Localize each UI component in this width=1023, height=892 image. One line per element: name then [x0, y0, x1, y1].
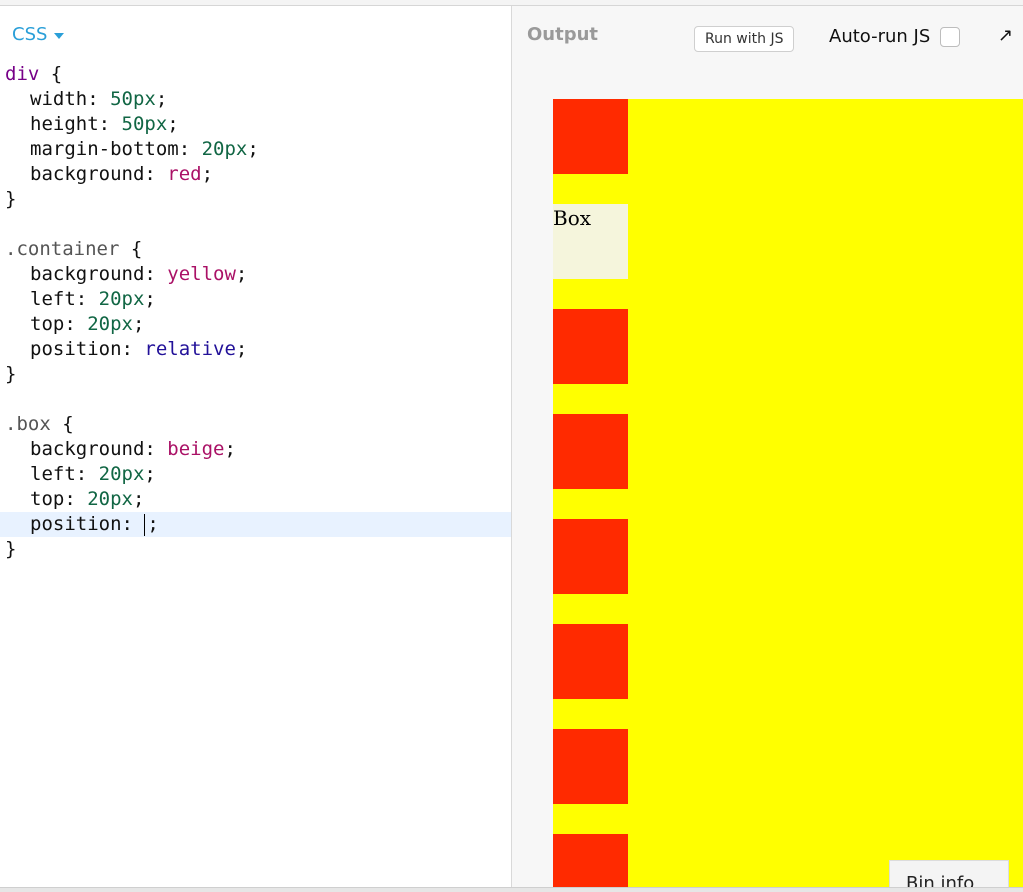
code-token: ; — [144, 288, 156, 310]
autorun-toggle[interactable]: Auto-run JS — [829, 26, 961, 47]
code-line[interactable] — [0, 212, 511, 237]
code-token: 20px — [98, 463, 145, 485]
code-token: background: — [30, 263, 168, 285]
code-token: yellow — [167, 263, 236, 285]
code-line[interactable]: margin-bottom: 20px; — [0, 137, 511, 162]
code-line[interactable]: top: 20px; — [0, 487, 511, 512]
text-cursor — [144, 513, 146, 536]
code-token: 20px — [87, 488, 133, 510]
autorun-label: Auto-run JS — [829, 26, 931, 47]
output-container: Box — [553, 99, 1023, 887]
code-token: ; — [144, 463, 156, 485]
chevron-down-icon — [54, 32, 65, 39]
code-line[interactable]: height: 50px; — [0, 112, 511, 137]
code-token: 50px — [121, 113, 168, 135]
code-token: position: — [30, 513, 145, 535]
red-div-block — [553, 834, 628, 887]
code-token: ; — [132, 313, 145, 335]
code-token: ; — [201, 163, 214, 185]
code-token: { — [50, 413, 74, 435]
code-token: top: — [30, 313, 88, 335]
code-token: left: — [30, 288, 99, 310]
code-token: ; — [224, 438, 236, 460]
code-line[interactable]: position: relative; — [0, 337, 511, 362]
code-token: .container — [5, 238, 120, 260]
bin-info-button[interactable]: Bin info — [889, 860, 1009, 887]
autorun-checkbox[interactable] — [940, 26, 961, 47]
code-line[interactable]: .container { — [0, 237, 511, 262]
language-selector[interactable]: CSS — [12, 24, 65, 45]
code-line[interactable]: top: 20px; — [0, 312, 511, 337]
code-line[interactable]: } — [0, 362, 511, 387]
code-line[interactable]: } — [0, 187, 511, 212]
code-token: ; — [147, 513, 159, 535]
code-token: 20px — [98, 288, 145, 310]
code-token: .box — [5, 413, 51, 435]
code-token: red — [167, 163, 202, 185]
bottom-border — [0, 887, 1023, 892]
red-div-block — [553, 99, 628, 174]
code-token: { — [119, 238, 143, 260]
code-token: } — [5, 188, 17, 210]
run-with-js-button[interactable]: Run with JS — [694, 26, 795, 52]
code-token: { — [39, 63, 63, 85]
code-token: left: — [30, 463, 99, 485]
code-line[interactable]: } — [0, 537, 511, 562]
code-token: beige — [167, 438, 225, 460]
red-div-block — [553, 519, 628, 594]
language-label: CSS — [12, 24, 48, 45]
code-token: top: — [30, 488, 88, 510]
output-panel: Output Run with JS Auto-run JS ↗ Box Bin… — [512, 6, 1023, 887]
code-token: ; — [247, 138, 259, 160]
code-line[interactable]: background: red; — [0, 162, 511, 187]
code-token: 20px — [201, 138, 248, 160]
red-div-block — [553, 414, 628, 489]
code-token: ; — [155, 88, 168, 110]
code-line[interactable]: div { — [0, 62, 511, 87]
code-token: div — [5, 63, 40, 85]
code-line[interactable]: background: yellow; — [0, 262, 511, 287]
box-text: Box — [553, 206, 592, 230]
code-token: relative — [144, 338, 236, 360]
code-token: height: — [30, 113, 122, 135]
code-token: background: — [30, 163, 168, 185]
code-token: ; — [132, 488, 145, 510]
red-div-block — [553, 624, 628, 699]
code-token: 50px — [110, 88, 156, 110]
code-line[interactable]: left: 20px; — [0, 462, 511, 487]
code-token: 20px — [87, 313, 133, 335]
red-div-block — [553, 309, 628, 384]
code-token: position: — [30, 338, 145, 360]
code-token: ; — [167, 113, 179, 135]
code-token: margin-bottom: — [30, 138, 202, 160]
code-token: width: — [30, 88, 111, 110]
code-token: ; — [235, 338, 248, 360]
red-div-block — [553, 729, 628, 804]
code-line[interactable]: width: 50px; — [0, 87, 511, 112]
code-token: } — [5, 363, 17, 385]
output-label: Output — [527, 24, 599, 45]
code-editor[interactable]: div {width: 50px; height: 50px; margin-bot… — [0, 62, 511, 562]
code-line[interactable]: background: beige; — [0, 437, 511, 462]
code-token: ; — [235, 263, 248, 285]
popout-arrow-icon[interactable]: ↗ — [998, 27, 1016, 45]
code-line[interactable]: .box { — [0, 412, 511, 437]
code-line[interactable]: position: ; — [0, 512, 511, 537]
box-element: Box — [553, 204, 628, 279]
css-editor-panel: CSS div {width: 50px; height: 50px; margin… — [0, 6, 512, 887]
code-line[interactable] — [0, 387, 511, 412]
code-line[interactable]: left: 20px; — [0, 287, 511, 312]
code-token: } — [5, 538, 17, 560]
code-token: background: — [30, 438, 168, 460]
